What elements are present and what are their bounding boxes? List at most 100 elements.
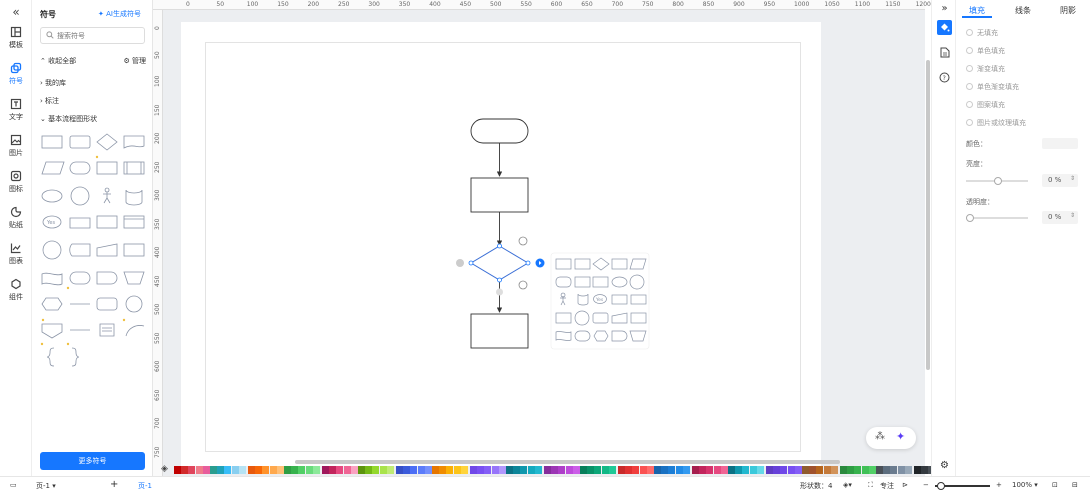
- color-swatch[interactable]: [432, 466, 439, 474]
- color-swatch[interactable]: [329, 466, 337, 474]
- color-swatch[interactable]: [840, 466, 847, 474]
- color-swatch[interactable]: [238, 466, 246, 474]
- color-swatch[interactable]: [876, 466, 883, 474]
- page-settings-button[interactable]: [937, 47, 952, 62]
- color-swatch[interactable]: [284, 466, 291, 474]
- help-button[interactable]: ?: [937, 72, 952, 87]
- color-swatch[interactable]: [336, 466, 344, 474]
- color-swatch[interactable]: [720, 466, 728, 474]
- color-swatch[interactable]: [446, 466, 454, 474]
- color-swatch[interactable]: [921, 466, 929, 474]
- color-swatch[interactable]: [756, 466, 764, 474]
- color-swatch[interactable]: [823, 466, 831, 474]
- rail-item-icon[interactable]: 图标: [0, 170, 32, 200]
- color-swatch[interactable]: [847, 466, 855, 474]
- zoom-slider-knob[interactable]: [937, 482, 945, 490]
- search-box[interactable]: [40, 27, 145, 44]
- color-swatch[interactable]: [661, 466, 669, 474]
- fill-option-image[interactable]: 图片或纹理填充: [966, 118, 1026, 128]
- layers-icon[interactable]: ◈▾: [843, 481, 852, 489]
- fill-bucket-icon[interactable]: ◈: [161, 464, 168, 474]
- color-swatch[interactable]: [248, 466, 255, 474]
- fit-page-icon[interactable]: ⊡: [1052, 481, 1058, 489]
- color-swatch[interactable]: [217, 466, 225, 474]
- color-swatch[interactable]: [580, 466, 587, 474]
- color-swatch[interactable]: [255, 466, 263, 474]
- color-swatch[interactable]: [202, 466, 210, 474]
- fill-option-pattern[interactable]: 图案填充: [966, 100, 1005, 110]
- brightness-slider[interactable]: [966, 177, 1028, 185]
- fill-option-gradient[interactable]: 渐变填充: [966, 64, 1005, 74]
- color-swatch[interactable]: [601, 466, 609, 474]
- search-input[interactable]: [57, 30, 142, 41]
- color-swatch[interactable]: [706, 466, 714, 474]
- rail-item-symbol[interactable]: 符号: [0, 62, 32, 92]
- color-swatch[interactable]: [262, 466, 270, 474]
- color-swatch[interactable]: [802, 466, 809, 474]
- color-swatch[interactable]: [914, 466, 921, 474]
- fill-option-solid[interactable]: 单色填充: [966, 46, 1005, 56]
- color-swatch[interactable]: [276, 466, 284, 474]
- color-swatch[interactable]: [365, 466, 373, 474]
- fill-option-mono-gradient[interactable]: 单色渐变填充: [966, 82, 1019, 92]
- color-swatch[interactable]: [639, 466, 647, 474]
- color-swatch[interactable]: [195, 466, 203, 474]
- color-swatch[interactable]: [527, 466, 535, 474]
- color-swatch[interactable]: [424, 466, 432, 474]
- color-swatch[interactable]: [735, 466, 743, 474]
- color-swatch[interactable]: [692, 466, 699, 474]
- color-swatch[interactable]: [439, 466, 447, 474]
- color-swatch[interactable]: [728, 466, 735, 474]
- color-swatch[interactable]: [470, 466, 477, 474]
- double-chevron-left-icon[interactable]: «: [9, 6, 23, 18]
- color-swatch[interactable]: [868, 466, 876, 474]
- slider-knob[interactable]: [966, 214, 974, 222]
- color-swatch[interactable]: [897, 466, 905, 474]
- color-swatch[interactable]: [861, 466, 869, 474]
- color-swatch[interactable]: [312, 466, 320, 474]
- color-swatch[interactable]: [558, 466, 566, 474]
- manage-button[interactable]: ⚙ 管理: [123, 56, 146, 66]
- rail-item-chart[interactable]: 图表: [0, 242, 32, 272]
- opacity-slider[interactable]: [966, 214, 1028, 222]
- more-symbols-button[interactable]: 更多符号: [40, 452, 145, 470]
- zoom-in-button[interactable]: +: [996, 481, 1002, 489]
- color-swatch[interactable]: [654, 466, 661, 474]
- color-swatch[interactable]: [460, 466, 468, 474]
- color-swatch[interactable]: [854, 466, 862, 474]
- color-swatch[interactable]: [386, 466, 394, 474]
- color-swatch[interactable]: [231, 466, 239, 474]
- slider-knob[interactable]: [994, 177, 1002, 185]
- brightness-input[interactable]: 0 % ⇕: [1042, 174, 1078, 187]
- group-basic-flowchart[interactable]: ⌄ 基本流程图形状: [40, 114, 97, 124]
- color-swatch[interactable]: [551, 466, 559, 474]
- color-swatch[interactable]: [174, 466, 181, 474]
- color-swatch[interactable]: [224, 466, 232, 474]
- sparkle-settings-icon[interactable]: ⁂: [875, 431, 885, 442]
- rail-item-sticker[interactable]: 贴纸: [0, 206, 32, 236]
- collapse-all-button[interactable]: ⌃ 收起全部: [40, 56, 76, 66]
- color-swatch[interactable]: [904, 466, 912, 474]
- rail-item-component[interactable]: 组件: [0, 278, 32, 308]
- color-swatch[interactable]: [780, 466, 788, 474]
- color-swatch[interactable]: [379, 466, 387, 474]
- color-swatch[interactable]: [484, 466, 492, 474]
- color-swatch[interactable]: [520, 466, 528, 474]
- tab-fill[interactable]: 填充: [969, 5, 985, 16]
- color-swatch[interactable]: [625, 466, 633, 474]
- color-swatch[interactable]: [417, 466, 425, 474]
- color-swatch[interactable]: [675, 466, 683, 474]
- color-swatch[interactable]: [587, 466, 595, 474]
- rail-item-image[interactable]: 图片: [0, 134, 32, 164]
- stepper-icon[interactable]: ⇕: [1070, 175, 1075, 182]
- focus-icon[interactable]: ⛶: [868, 481, 873, 490]
- color-swatch[interactable]: [766, 466, 773, 474]
- color-swatch[interactable]: [350, 466, 358, 474]
- color-swatch[interactable]: [298, 466, 306, 474]
- focus-label[interactable]: 专注: [880, 481, 894, 491]
- color-swatch[interactable]: [453, 466, 461, 474]
- color-swatch[interactable]: [506, 466, 513, 474]
- color-swatch[interactable]: [883, 466, 891, 474]
- color-swatch[interactable]: [608, 466, 616, 474]
- rail-item-text[interactable]: 文字: [0, 98, 32, 128]
